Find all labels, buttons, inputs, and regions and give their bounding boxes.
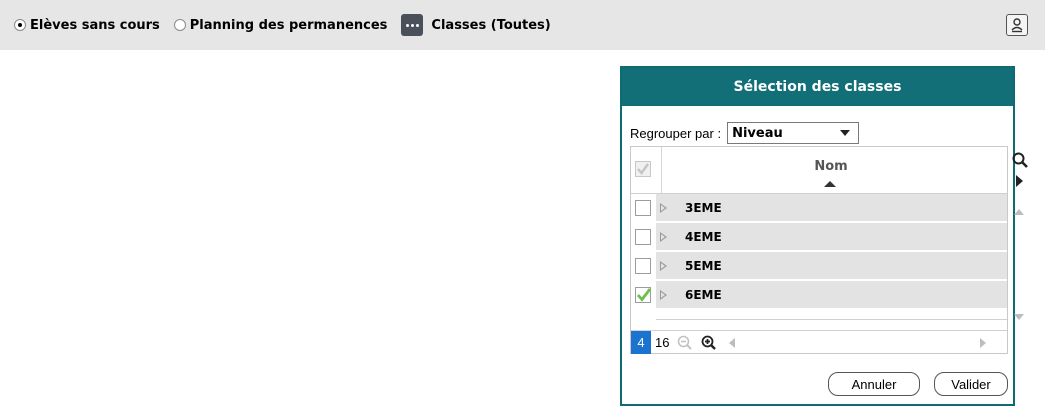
zoom-in-icon[interactable]: [700, 334, 718, 352]
radio-unselected-icon[interactable]: [173, 19, 186, 31]
radio-option-eleves-sans-cours[interactable]: Elèves sans cours: [14, 18, 160, 33]
count-total-button[interactable]: 16: [651, 331, 673, 354]
row-checkbox[interactable]: [635, 258, 651, 274]
class-grid: Nom 3EME 4EME 5EME 6EME 4 16: [630, 146, 1028, 354]
table-row[interactable]: 4EME: [631, 223, 1007, 252]
count-selected-button[interactable]: 4: [631, 331, 651, 354]
row-body[interactable]: 3EME: [656, 194, 1007, 221]
row-label: 6EME: [685, 287, 722, 302]
expand-arrow-icon[interactable]: [660, 289, 667, 300]
chevron-down-icon: [840, 130, 851, 136]
row-label: 5EME: [685, 258, 722, 273]
class-selection-dialog: Sélection des classes Regrouper par : Ni…: [620, 66, 1028, 406]
row-checkbox[interactable]: [635, 200, 651, 216]
ellipsis-icon[interactable]: [401, 14, 424, 36]
table-row[interactable]: 3EME: [631, 194, 1007, 223]
expand-arrow-icon[interactable]: [660, 231, 667, 242]
scroll-down-icon[interactable]: [1014, 314, 1024, 320]
row-label: 3EME: [685, 200, 722, 215]
grid-header: Nom: [631, 147, 1007, 194]
grid-rows: 3EME 4EME 5EME 6EME: [631, 194, 1007, 320]
sort-ascending-icon[interactable]: [824, 181, 836, 187]
user-badge-icon[interactable]: [1006, 14, 1028, 36]
dialog-title: Sélection des classes: [622, 68, 1013, 106]
group-by-select[interactable]: Niveau: [727, 122, 860, 144]
classes-filter-label[interactable]: Classes (Toutes): [431, 18, 550, 33]
row-label: 4EME: [685, 229, 722, 244]
grid-footer: 4 16: [631, 330, 1007, 354]
toolbar-options: Elèves sans cours Planning des permanenc…: [0, 0, 551, 50]
select-all-checkbox[interactable]: [635, 161, 651, 177]
expand-right-icon[interactable]: [1016, 175, 1023, 187]
table-row[interactable]: 5EME: [631, 252, 1007, 281]
group-by-row: Regrouper par : Niveau: [630, 122, 860, 144]
expand-arrow-icon[interactable]: [660, 202, 667, 213]
radio-option-planning-permanences[interactable]: Planning des permanences: [173, 17, 388, 33]
row-checkbox-checked[interactable]: [635, 287, 652, 303]
row-body[interactable]: 6EME: [656, 281, 1007, 308]
group-by-value: Niveau: [732, 125, 783, 141]
scroll-right-icon[interactable]: [980, 338, 986, 348]
cancel-button[interactable]: Annuler: [828, 372, 920, 396]
zoom-out-icon[interactable]: [676, 334, 694, 352]
validate-button[interactable]: Valider: [934, 372, 1008, 396]
group-by-label: Regrouper par :: [630, 125, 722, 141]
column-header-nom[interactable]: Nom: [661, 159, 1001, 174]
top-toolbar: Elèves sans cours Planning des permanenc…: [0, 0, 1045, 50]
grid-side-tools: [1007, 147, 1033, 353]
scroll-up-icon[interactable]: [1014, 209, 1024, 215]
expand-arrow-icon[interactable]: [660, 260, 667, 271]
row-checkbox[interactable]: [635, 229, 651, 245]
radio-label: Elèves sans cours: [30, 17, 160, 33]
empty-row: [656, 306, 1007, 320]
radio-selected-icon[interactable]: [14, 19, 26, 31]
scroll-left-icon[interactable]: [729, 337, 736, 348]
search-icon[interactable]: [1011, 151, 1029, 169]
row-body[interactable]: 5EME: [656, 252, 1007, 279]
row-body[interactable]: 4EME: [656, 223, 1007, 250]
radio-label: Planning des permanences: [189, 17, 388, 33]
